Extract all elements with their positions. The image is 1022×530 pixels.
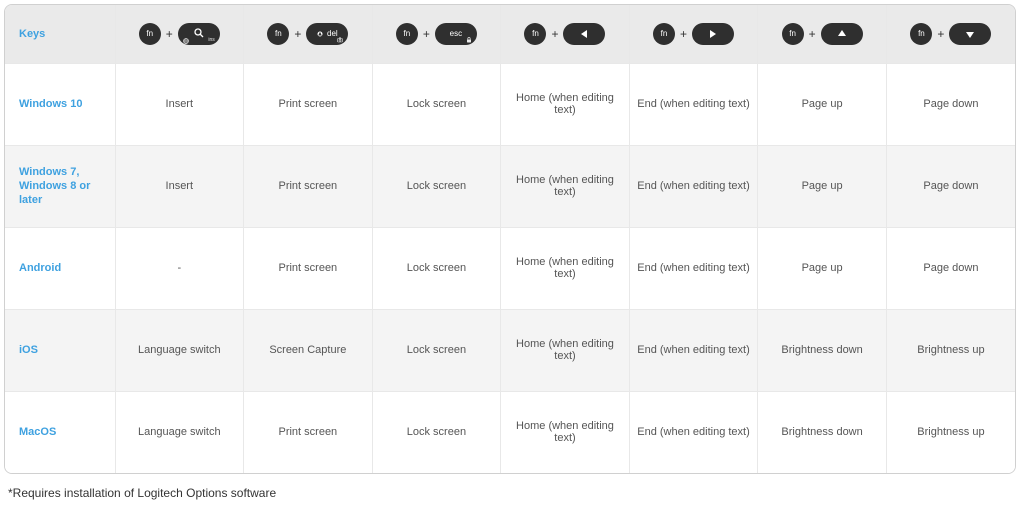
fn-key-icon: fn — [139, 23, 161, 45]
os-label: Windows 10 — [5, 63, 115, 145]
cell: Lock screen — [372, 63, 501, 145]
plus-icon: + — [549, 27, 560, 41]
header-key-3: fn + esc — [372, 5, 501, 63]
cell: Home (when editing text) — [501, 63, 630, 145]
fn-key-icon: fn — [782, 23, 804, 45]
cell: Lock screen — [372, 309, 501, 391]
cell: Brightness down — [758, 309, 887, 391]
footnote: *Requires installation of Logitech Optio… — [8, 486, 1014, 500]
cell: Lock screen — [372, 227, 501, 309]
cell: Insert — [115, 145, 244, 227]
cell: Language switch — [115, 309, 244, 391]
cell: End (when editing text) — [629, 145, 758, 227]
fn-key-icon: fn — [267, 23, 289, 45]
cell: Home (when editing text) — [501, 227, 630, 309]
cell: End (when editing text) — [629, 227, 758, 309]
fn-key-icon: fn — [524, 23, 546, 45]
table-body: Windows 10InsertPrint screenLock screenH… — [5, 63, 1015, 473]
os-label: MacOS — [5, 391, 115, 473]
cell: Print screen — [244, 63, 373, 145]
cell: End (when editing text) — [629, 391, 758, 473]
plus-icon: + — [935, 27, 946, 41]
table-row: Android-Print screenLock screenHome (whe… — [5, 227, 1015, 309]
cell: Page down — [886, 145, 1015, 227]
cell: End (when editing text) — [629, 309, 758, 391]
header-key-2: fn + del — [244, 5, 373, 63]
plus-icon: + — [421, 27, 432, 41]
cell: Brightness down — [758, 391, 887, 473]
arrow-down-key-icon — [949, 23, 991, 45]
plus-icon: + — [164, 27, 175, 41]
cell: Lock screen — [372, 145, 501, 227]
cell: Home (when editing text) — [501, 391, 630, 473]
header-row: Keys fn + ins fn — [5, 5, 1015, 63]
cell: Brightness up — [886, 391, 1015, 473]
header-key-5: fn + — [629, 5, 758, 63]
fn-key-icon: fn — [910, 23, 932, 45]
cell: Home (when editing text) — [501, 145, 630, 227]
os-label: Windows 7, Windows 8 or later — [5, 145, 115, 227]
cell: Home (when editing text) — [501, 309, 630, 391]
table-row: Windows 7, Windows 8 or laterInsertPrint… — [5, 145, 1015, 227]
fn-key-icon: fn — [396, 23, 418, 45]
arrow-left-key-icon — [563, 23, 605, 45]
cell: Brightness up — [886, 309, 1015, 391]
del-key-icon: del — [306, 23, 348, 45]
table-row: MacOSLanguage switchPrint screenLock scr… — [5, 391, 1015, 473]
shortcut-table: Keys fn + ins fn — [4, 4, 1016, 474]
plus-icon: + — [807, 27, 818, 41]
header-keys-label: Keys — [5, 5, 115, 63]
table-row: iOSLanguage switchScreen CaptureLock scr… — [5, 309, 1015, 391]
plus-icon: + — [678, 27, 689, 41]
cell: Page up — [758, 227, 887, 309]
plus-icon: + — [292, 27, 303, 41]
cell: Print screen — [244, 145, 373, 227]
cell: Lock screen — [372, 391, 501, 473]
cell: Language switch — [115, 391, 244, 473]
cell: End (when editing text) — [629, 63, 758, 145]
cell: Screen Capture — [244, 309, 373, 391]
cell: Print screen — [244, 391, 373, 473]
cell: - — [115, 227, 244, 309]
header-key-1: fn + ins — [115, 5, 244, 63]
fn-key-icon: fn — [653, 23, 675, 45]
cell: Page up — [758, 145, 887, 227]
table-row: Windows 10InsertPrint screenLock screenH… — [5, 63, 1015, 145]
header-key-7: fn + — [886, 5, 1015, 63]
os-label: Android — [5, 227, 115, 309]
esc-key-icon: esc — [435, 23, 477, 45]
cell: Page down — [886, 63, 1015, 145]
cell: Insert — [115, 63, 244, 145]
arrow-right-key-icon — [692, 23, 734, 45]
cell: Page up — [758, 63, 887, 145]
header-key-6: fn + — [758, 5, 887, 63]
cell: Print screen — [244, 227, 373, 309]
cell: Page down — [886, 227, 1015, 309]
arrow-up-key-icon — [821, 23, 863, 45]
os-label: iOS — [5, 309, 115, 391]
header-key-4: fn + — [501, 5, 630, 63]
search-ins-key-icon: ins — [178, 23, 220, 45]
